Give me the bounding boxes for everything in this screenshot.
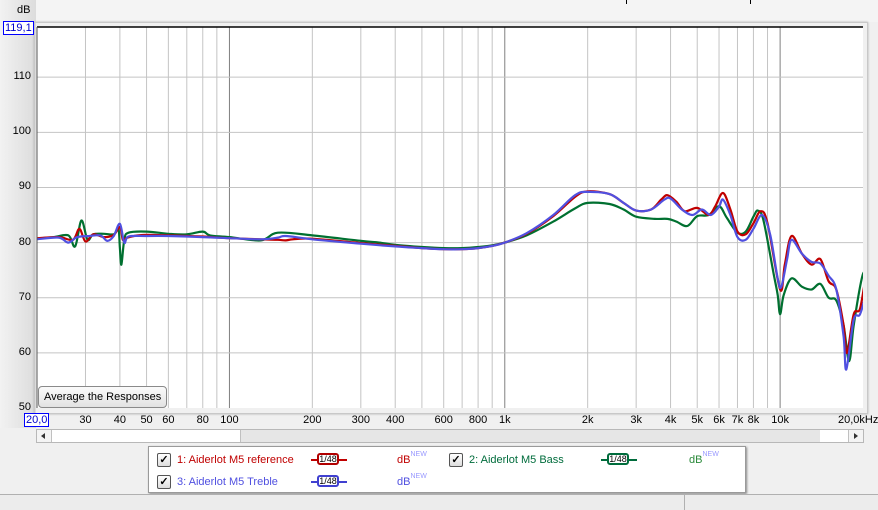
legend-item-bass: ✓ 2: Aiderlot M5 Bass 1/48 dBNEW: [449, 451, 739, 469]
y-tick-label: 70: [18, 290, 31, 303]
x-tick-label: 80: [196, 414, 209, 426]
legend-label: 2: Aiderlot M5 Bass: [469, 454, 564, 466]
status-divider: [684, 495, 685, 510]
horizontal-scrollbar[interactable]: [36, 429, 864, 443]
frequency-response-chart[interactable]: [0, 0, 878, 430]
y-tick-label: 50: [18, 401, 31, 413]
smoothing-label: 1/48: [317, 475, 339, 487]
units-label[interactable]: dBNEW: [397, 451, 427, 469]
average-responses-button[interactable]: Average the Responses: [38, 386, 168, 408]
smoothing-button[interactable]: 1/48: [311, 475, 347, 489]
legend-panel: ✓ 1: Aiderlot M5 reference 1/48 dBNEW ✓ …: [148, 446, 746, 493]
x-tick-label: 8k: [747, 414, 760, 426]
x-tick-label: 100: [220, 414, 239, 426]
legend-item-treble: ✓ 3: Aiderlot M5 Treble 1/48 dBNEW: [157, 473, 447, 491]
x-tick-label: 30: [79, 414, 92, 426]
x-tick-label: 800: [468, 414, 488, 426]
x-tick-label: 4k: [664, 414, 677, 426]
units-label[interactable]: dBNEW: [397, 473, 427, 491]
smoothing-button[interactable]: 1/48: [311, 453, 347, 467]
status-bar: [0, 494, 878, 510]
smoothing-button[interactable]: 1/48: [601, 453, 637, 467]
x-tick-label: 50: [140, 414, 153, 426]
x-tick-label: 300: [351, 414, 370, 426]
checkbox-reference[interactable]: ✓: [157, 453, 171, 467]
x-min-input[interactable]: 20,0: [24, 413, 50, 427]
x-tick-label: 5k: [691, 414, 704, 426]
x-max-label: 20,0kHz: [838, 414, 878, 426]
new-badge: NEW: [410, 451, 427, 458]
y-max-input[interactable]: 119,1: [3, 21, 34, 35]
y-tick-label: 60: [18, 345, 31, 358]
x-tick-label: 60: [162, 414, 175, 426]
x-tick-label: 2k: [581, 414, 594, 426]
units-text: dB: [689, 454, 703, 466]
legend-item-reference: ✓ 1: Aiderlot M5 reference 1/48 dBNEW: [157, 451, 447, 469]
scroll-thumb[interactable]: [820, 430, 848, 442]
checkbox-bass[interactable]: ✓: [449, 453, 463, 467]
arrow-left-icon: [41, 433, 45, 439]
units-label[interactable]: dBNEW: [689, 451, 719, 469]
smoothing-label: 1/48: [317, 453, 339, 465]
x-tick-label: 400: [386, 414, 405, 426]
y-tick-label: 110: [13, 70, 31, 83]
plot-background: [37, 27, 863, 408]
x-tick-label: 600: [434, 414, 453, 426]
new-badge: NEW: [702, 451, 719, 458]
x-tick-label: 10k: [771, 414, 789, 426]
y-tick-label: 90: [18, 180, 31, 193]
x-tick-label: 200: [303, 414, 322, 426]
x-tick-label: 7k: [731, 414, 744, 426]
units-text: dB: [397, 476, 411, 488]
legend-label: 3: Aiderlot M5 Treble: [177, 476, 278, 488]
scroll-track-left[interactable]: [52, 430, 241, 442]
new-badge: NEW: [410, 473, 427, 480]
scroll-left-button[interactable]: [37, 430, 52, 442]
legend-label: 1: Aiderlot M5 reference: [177, 454, 294, 466]
smoothing-label: 1/48: [607, 453, 629, 465]
x-tick-label: 40: [113, 414, 126, 426]
arrow-right-icon: [854, 433, 858, 439]
units-text: dB: [397, 454, 411, 466]
y-tick-label: 100: [12, 125, 31, 138]
checkbox-treble[interactable]: ✓: [157, 475, 171, 489]
x-tick-label: 3k: [630, 414, 642, 426]
y-tick-label: 80: [18, 235, 31, 248]
x-tick-label: 1k: [498, 414, 511, 426]
y-axis-unit: dB: [17, 4, 31, 16]
scroll-right-button[interactable]: [848, 430, 863, 442]
x-tick-label: 6k: [713, 414, 725, 426]
